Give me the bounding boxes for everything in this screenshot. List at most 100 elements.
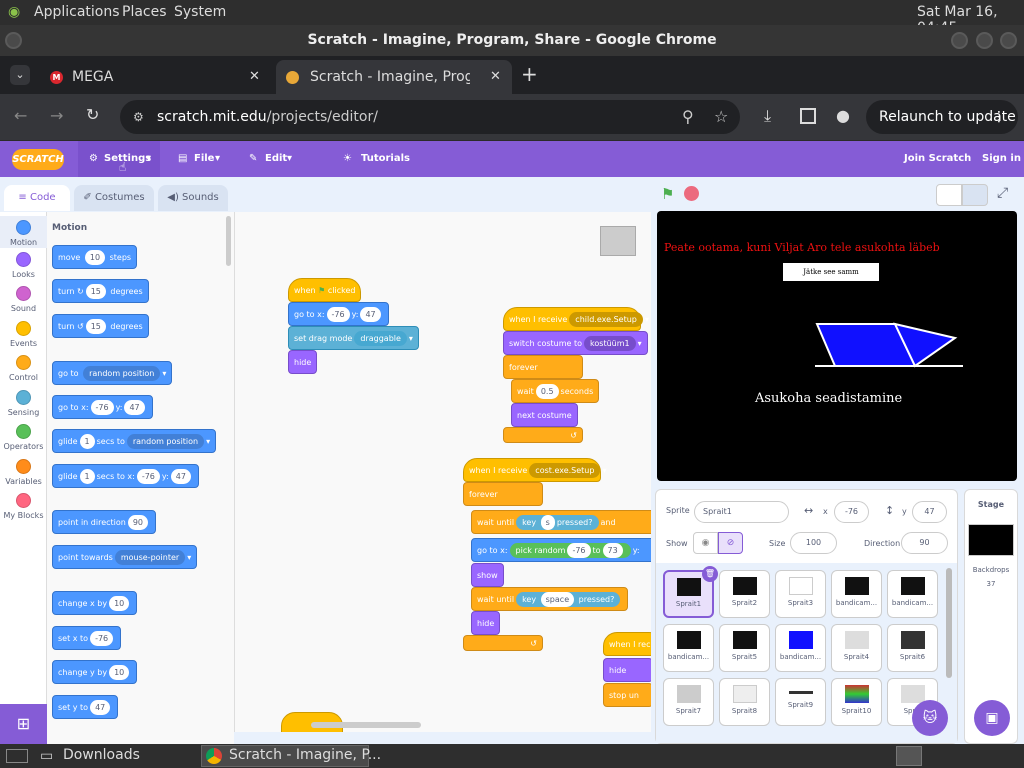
tab-code[interactable]: ≡ Code	[4, 185, 70, 211]
workspace-switcher[interactable]	[896, 746, 922, 766]
add-backdrop-image-icon[interactable]: ▣	[974, 700, 1010, 736]
delete-trash-icon[interactable]: 🗑	[702, 566, 718, 582]
add-sprite-cat-icon[interactable]: 🐱	[912, 700, 948, 736]
block-stop[interactable]: stop un	[603, 683, 651, 707]
block-go-to-xy-random[interactable]: go to x: pick random -76 to 73 y:	[471, 538, 651, 562]
hat-when-i-receive-2[interactable]: when I receive cost.exe.Setup ▾	[463, 458, 606, 482]
block-move-steps[interactable]: move 10 steps	[52, 245, 138, 269]
category-looks[interactable]: Looks	[0, 252, 47, 279]
block-point-towards[interactable]: point towards mouse-pointer ▾	[52, 545, 198, 569]
category-sound[interactable]: Sound	[0, 286, 47, 313]
sprite-thumb[interactable]: Sprait1 🗑	[663, 566, 718, 618]
sprite-thumb[interactable]: bandicam...	[887, 570, 938, 618]
tab-scratch[interactable]: Scratch - Imagine, Program, ✕	[276, 60, 512, 94]
add-extension-button[interactable]: ⊞	[0, 704, 47, 744]
sprite-thumb[interactable]: bandicam...	[831, 570, 882, 618]
more-menu-icon[interactable]: ⋮	[992, 100, 1006, 134]
scratch-logo[interactable]: SCRATCH	[12, 149, 64, 170]
block-switch-costume[interactable]: switch costume to kostüüm1 ▾	[503, 331, 648, 355]
side-panel-icon[interactable]	[800, 108, 816, 124]
block-forever[interactable]: forever	[503, 355, 583, 379]
sprite-thumb[interactable]: bandicam...	[663, 624, 714, 672]
back-arrow-icon[interactable]: ←	[14, 106, 27, 125]
close-window-button[interactable]	[1000, 32, 1017, 49]
small-stage-button[interactable]	[936, 184, 962, 206]
block-wait-seconds[interactable]: wait 0.5 seconds	[511, 379, 600, 403]
block-turn-right[interactable]: turn ↻ 15 degrees	[52, 279, 149, 303]
category-variables[interactable]: Variables	[0, 459, 47, 486]
stage-skip-button[interactable]: Jätke see samm hiilisemaks	[783, 263, 879, 294]
palette-scrollbar[interactable]	[226, 216, 231, 266]
places-menu[interactable]: Places	[122, 4, 167, 20]
script-horizontal-scrollbar[interactable]	[311, 722, 421, 728]
tab-sounds[interactable]: ◀) Sounds	[158, 185, 228, 211]
edit-menu[interactable]: Edit	[265, 153, 287, 164]
zoom-search-icon[interactable]: ⚲	[682, 100, 694, 134]
sprite-thumb[interactable]: Sprait6	[887, 624, 938, 672]
block-change-y[interactable]: change y by 10	[52, 660, 138, 684]
new-tab-plus-icon[interactable]: +	[521, 62, 538, 86]
sprite-name-input[interactable]: Sprait1	[694, 501, 789, 523]
sprite-thumb[interactable]: Sprait8	[719, 678, 770, 726]
sign-in-link[interactable]: Sign in	[982, 153, 1021, 164]
block-point-in-direction[interactable]: point in direction 90	[52, 510, 157, 534]
sprite-thumb[interactable]: bandicam...	[775, 624, 826, 672]
taskbar-chrome[interactable]: Scratch - Imagine, P...	[201, 745, 381, 767]
block-show[interactable]: show	[471, 563, 504, 587]
block-go-to-xy[interactable]: go to x: -76 y: 47	[288, 302, 389, 326]
category-operators[interactable]: Operators	[0, 424, 47, 451]
block-go-to[interactable]: go to random position ▾	[52, 361, 173, 385]
taskbar-downloads[interactable]: ▭ Downloads	[36, 745, 196, 767]
reload-icon[interactable]: ↻	[86, 105, 99, 124]
maximize-button[interactable]	[976, 32, 993, 49]
sprite-list-scrollbar[interactable]	[946, 568, 952, 678]
tab-mega[interactable]: M MEGA ✕	[40, 60, 272, 94]
tutorials-menu[interactable]: Tutorials	[361, 153, 410, 164]
direction-input[interactable]: 90	[901, 532, 948, 554]
site-settings-icon[interactable]: ⚙	[133, 100, 144, 134]
green-flag-icon[interactable]: ⚑	[661, 185, 674, 203]
block-hide-3[interactable]: hide	[603, 658, 651, 682]
omnibox[interactable]: ⚙ scratch.mit.edu/projects/editor/ ⚲ ☆	[120, 100, 740, 134]
hat-when-i-receive-3[interactable]: when I rece	[603, 632, 651, 656]
block-glide-to[interactable]: glide 1 secs to random position ▾	[52, 429, 217, 453]
profile-avatar-icon[interactable]: ●	[836, 106, 850, 125]
system-menu[interactable]: System	[174, 4, 226, 20]
tab-costumes[interactable]: ✐ Costumes	[74, 185, 154, 211]
block-hide-2[interactable]: hide	[471, 611, 501, 635]
block-go-to-xy[interactable]: go to x: -76 y: 47	[52, 395, 153, 419]
y-input[interactable]: 47	[912, 501, 947, 523]
window-menu-button[interactable]	[5, 32, 22, 49]
block-hide[interactable]: hide	[288, 350, 318, 374]
block-glide-to-xy[interactable]: glide 1 secs to x: -76 y: 47	[52, 464, 199, 488]
category-events[interactable]: Events	[0, 321, 47, 348]
block-forever-2[interactable]: forever	[463, 482, 543, 506]
show-eye-icon[interactable]: ◉	[693, 532, 718, 554]
block-turn-left[interactable]: turn ↺ 15 degrees	[52, 314, 149, 338]
block-set-drag-mode[interactable]: set drag mode draggable ▾	[288, 326, 419, 350]
bookmark-star-icon[interactable]: ☆	[714, 100, 728, 134]
show-desktop-icon[interactable]	[6, 749, 28, 763]
stage-thumbnail[interactable]	[968, 524, 1014, 556]
file-menu[interactable]: File	[194, 153, 214, 164]
tab-search-chevron-down-icon[interactable]: ⌄	[10, 65, 30, 85]
minimize-button[interactable]	[951, 32, 968, 49]
category-control[interactable]: Control	[0, 355, 47, 382]
sprite-thumb[interactable]: Sprait5	[719, 624, 770, 672]
hat-when-i-receive[interactable]: when I receive child.exe.Setup ▾	[503, 307, 649, 331]
sprite-thumb[interactable]: Sprait2	[719, 570, 770, 618]
os-logo-icon[interactable]: ◉	[8, 4, 20, 20]
block-wait-until[interactable]: wait until key s pressed? and	[471, 510, 651, 534]
block-change-x[interactable]: change x by 10	[52, 591, 138, 615]
settings-menu[interactable]: Settings	[104, 153, 151, 164]
x-input[interactable]: -76	[834, 501, 869, 523]
close-tab-icon[interactable]: ✕	[490, 60, 501, 94]
sprite-thumb[interactable]: Sprait10	[831, 678, 882, 726]
stage-canvas[interactable]: Peate ootama, kuni Viljat Aro tele asuko…	[657, 211, 1017, 481]
block-next-costume[interactable]: next costume	[511, 403, 578, 427]
applications-menu[interactable]: Applications	[34, 4, 120, 20]
category-motion[interactable]: Motion	[0, 216, 47, 248]
download-icon[interactable]: ⤓	[764, 106, 771, 126]
sprite-thumb[interactable]: Sprait3	[775, 570, 826, 618]
large-stage-button[interactable]	[962, 184, 988, 206]
